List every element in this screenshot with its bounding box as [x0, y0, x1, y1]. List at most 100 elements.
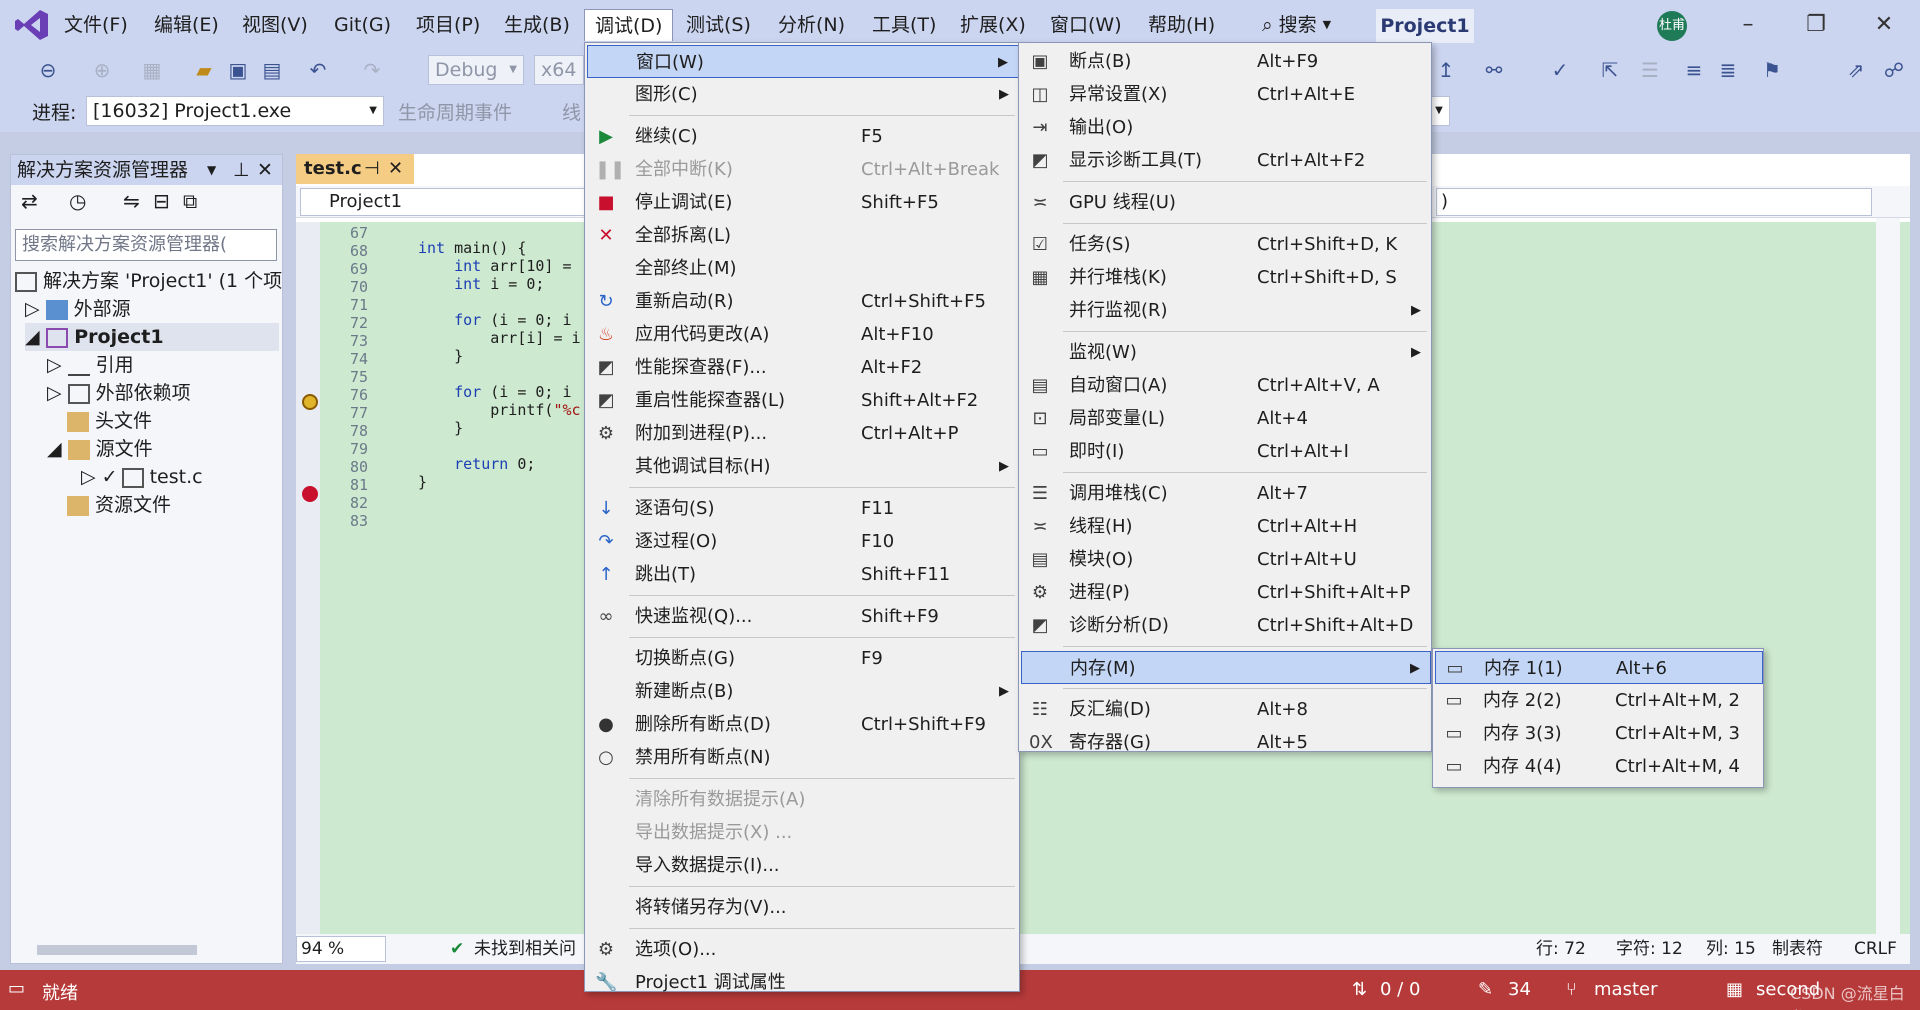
debug-menu-item[interactable]: 窗口(W) ▶: [587, 45, 1019, 78]
window-menu-item[interactable]: ⚙ 进程(P) Ctrl+Shift+Alt+P: [1021, 576, 1431, 609]
debug-menu-item[interactable]: ↓ 逐语句(S) F11: [587, 492, 1019, 525]
debug-menu-item[interactable]: 导入数据提示(I)...: [587, 849, 1019, 882]
branch-name[interactable]: master: [1594, 979, 1657, 1000]
debug-menu-item[interactable]: ● 删除所有断点(D) Ctrl+Shift+F9: [587, 708, 1019, 741]
branch-icon[interactable]: ⑂: [1566, 979, 1577, 1000]
menu-window[interactable]: 窗口(W): [1040, 9, 1132, 41]
lifecycle-events-button[interactable]: 生命周期事件: [398, 98, 512, 125]
search-button[interactable]: ⌕ 搜索 ▼: [1254, 10, 1339, 40]
back-icon[interactable]: ⊖: [34, 56, 62, 84]
pin-icon[interactable]: ⊥: [233, 155, 250, 185]
pin-icon[interactable]: ⊣: [364, 154, 380, 184]
sync-icon[interactable]: ⇋: [123, 189, 140, 213]
save-icon[interactable]: ▣: [224, 56, 252, 84]
window-menu-item[interactable]: 监视(W) ▶: [1021, 336, 1431, 369]
open-folder-icon[interactable]: ▰: [190, 56, 218, 84]
platform-select[interactable]: x64: [534, 55, 584, 85]
close-icon[interactable]: ✕: [1864, 8, 1904, 42]
pencil-icon[interactable]: ✎: [1478, 979, 1493, 1000]
memory-menu-item[interactable]: ▭ 内存 4(4) Ctrl+Alt+M, 4: [1435, 750, 1763, 783]
debug-menu-item[interactable]: 导出数据提示(X) ...: [587, 816, 1019, 849]
debug-menu-item[interactable]: ♨ 应用代码更改(A) Alt+F10: [587, 318, 1019, 351]
switch-views-icon[interactable]: ⇄: [21, 189, 38, 213]
tree-node-test-c[interactable]: ▷ ✓ test.c: [81, 463, 203, 491]
tree-node-external-deps[interactable]: ▷ 外部依赖项: [47, 379, 191, 407]
debug-menu-item[interactable]: 将转储另存为(V)...: [587, 891, 1019, 924]
debug-menu-item[interactable]: 其他调试目标(H) ▶: [587, 450, 1019, 483]
close-tab-icon[interactable]: ✕: [388, 154, 403, 184]
process-select[interactable]: [16032] Project1.exe ▼: [86, 96, 384, 126]
avatar[interactable]: 杜甫: [1657, 11, 1687, 41]
tree-node-project[interactable]: ◢ Project1: [25, 323, 279, 351]
memory-menu-item[interactable]: ▭ 内存 1(1) Alt+6: [1435, 651, 1763, 684]
debug-menu-item[interactable]: ▶ 继续(C) F5: [587, 120, 1019, 153]
collapse-all-icon[interactable]: ⊟: [153, 189, 170, 213]
minimize-icon[interactable]: –: [1728, 8, 1768, 42]
window-menu-item[interactable]: ⇥ 输出(O): [1021, 111, 1431, 144]
changes-count[interactable]: 0 / 0: [1380, 979, 1420, 1000]
tree-node-references[interactable]: ▷ 引用: [47, 351, 134, 379]
menu-build[interactable]: 生成(B): [494, 9, 580, 41]
window-menu-item[interactable]: ≍ 线程(H) Ctrl+Alt+H: [1021, 510, 1431, 543]
feedback-icon[interactable]: ☍: [1880, 56, 1908, 84]
member-select[interactable]: ): [1436, 188, 1872, 216]
debug-menu-item[interactable]: ⚙ 附加到进程(P)... Ctrl+Alt+P: [587, 417, 1019, 450]
tree-node-solution[interactable]: 解决方案 'Project1' (1 个项: [15, 267, 282, 295]
debug-menu-item[interactable]: ✕ 全部拆离(L): [587, 219, 1019, 252]
bookmark-icon[interactable]: ⚑: [1758, 56, 1786, 84]
debug-menu-item[interactable]: 清除所有数据提示(A): [587, 783, 1019, 816]
changes-icon[interactable]: ⇅: [1352, 979, 1367, 1000]
window-menu-item[interactable]: ▭ 即时(I) Ctrl+Alt+I: [1021, 435, 1431, 468]
debug-menu-item[interactable]: ↑ 跳出(T) Shift+F11: [587, 558, 1019, 591]
window-menu-item[interactable]: ◩ 诊断分析(D) Ctrl+Shift+Alt+D: [1021, 609, 1431, 642]
close-icon[interactable]: ✕: [257, 155, 273, 185]
window-menu-item[interactable]: ☷ 反汇编(D) Alt+8: [1021, 693, 1431, 726]
breakpoint-icon[interactable]: [302, 486, 318, 502]
debug-menu-item[interactable]: ◩ 重启性能探查器(L) Shift+Alt+F2: [587, 384, 1019, 417]
debug-menu-item[interactable]: 图形(C) ▶: [587, 78, 1019, 111]
new-project-icon[interactable]: ▦: [138, 56, 166, 84]
debug-menu-item[interactable]: ⚙ 选项(O)...: [587, 933, 1019, 966]
select-icon[interactable]: ⇱: [1596, 56, 1624, 84]
solution-search-input[interactable]: 搜索解决方案资源管理器(: [15, 229, 277, 261]
window-menu-item[interactable]: ☑ 任务(S) Ctrl+Shift+D, K: [1021, 228, 1431, 261]
history-icon[interactable]: ◷: [69, 189, 86, 213]
menu-test[interactable]: 测试(S): [676, 9, 761, 41]
menu-project[interactable]: 项目(P): [406, 9, 490, 41]
tab-mode-indicator[interactable]: 制表符: [1772, 934, 1823, 964]
window-menu-item[interactable]: ≍ GPU 线程(U): [1021, 186, 1431, 219]
configuration-select[interactable]: Debug ▼: [428, 55, 524, 85]
tree-node-header-files[interactable]: 头文件: [67, 407, 152, 435]
window-menu-item[interactable]: 并行监视(R) ▶: [1021, 294, 1431, 327]
menu-file[interactable]: 文件(F): [54, 9, 138, 41]
format-icon[interactable]: ☰: [1636, 56, 1664, 84]
vertical-scrollbar[interactable]: [1876, 218, 1900, 934]
debug-menu-item[interactable]: ∞ 快速监视(Q)... Shift+F9: [587, 600, 1019, 633]
show-all-files-icon[interactable]: ⧉: [183, 189, 197, 213]
horizontal-scrollbar[interactable]: [15, 939, 277, 959]
window-menu-item[interactable]: 内存(M) ▶: [1021, 651, 1431, 684]
debug-menu-item[interactable]: ■ 停止调试(E) Shift+F5: [587, 186, 1019, 219]
undo-icon[interactable]: ↶: [304, 56, 332, 84]
line-indicator[interactable]: 行: 72: [1536, 934, 1586, 964]
debug-menu-item[interactable]: 切换断点(G) F9: [587, 642, 1019, 675]
debug-menu-item[interactable]: ↷ 逐过程(O) F10: [587, 525, 1019, 558]
repo-icon[interactable]: ▦: [1726, 979, 1743, 1000]
window-menu-item[interactable]: ▤ 模块(O) Ctrl+Alt+U: [1021, 543, 1431, 576]
restore-icon[interactable]: ❐: [1796, 8, 1836, 42]
memory-menu-item[interactable]: ▭ 内存 2(2) Ctrl+Alt+M, 2: [1435, 684, 1763, 717]
window-menu-item[interactable]: ▣ 断点(B) Alt+F9: [1021, 45, 1431, 78]
issues-status[interactable]: 未找到相关问: [474, 934, 576, 964]
menu-edit[interactable]: 编辑(E): [144, 9, 229, 41]
zoom-select[interactable]: 94 %: [296, 936, 386, 962]
window-menu-item[interactable]: ▦ 并行堆栈(K) Ctrl+Shift+D, S: [1021, 261, 1431, 294]
window-menu-item[interactable]: ☰ 调用堆栈(C) Alt+7: [1021, 477, 1431, 510]
code-map-icon[interactable]: ⚯: [1480, 56, 1508, 84]
line-ending-indicator[interactable]: CRLF: [1854, 934, 1897, 964]
menu-git[interactable]: Git(G): [324, 9, 401, 41]
menu-debug[interactable]: 调试(D): [584, 9, 674, 41]
menu-view[interactable]: 视图(V): [232, 9, 318, 41]
forward-icon[interactable]: ⊕: [88, 56, 116, 84]
debug-menu-item[interactable]: ↻ 重新启动(R) Ctrl+Shift+F5: [587, 285, 1019, 318]
menu-tools[interactable]: 工具(T): [862, 9, 946, 41]
